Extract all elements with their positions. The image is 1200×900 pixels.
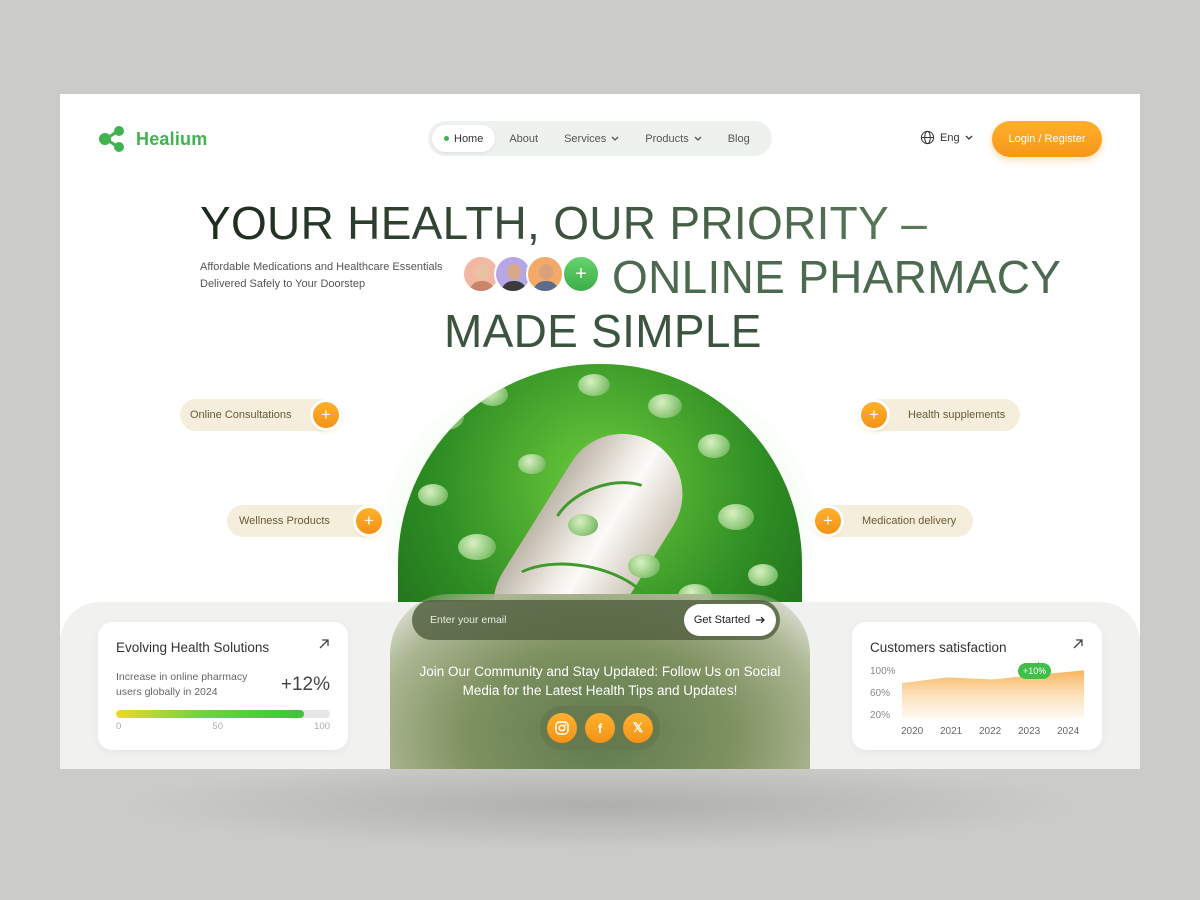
instagram-icon[interactable] [547,713,577,743]
nav-about-label: About [509,132,539,145]
login-register-button[interactable]: Login / Register [992,121,1102,157]
progress-ticks: 0 50 100 [116,721,330,732]
x-tick-label: 2020 [901,726,924,737]
nav-about[interactable]: About [497,125,550,152]
brand-name: Healium [136,128,208,149]
nav-home-label: Home [454,132,484,145]
nav-services[interactable]: Services [552,125,631,152]
progress-bar [116,710,330,718]
nav-products-label: Products [645,132,689,145]
y-tick-label: 100% [870,666,896,677]
feature-wellness-products[interactable]: Wellness Products + [227,505,385,537]
growth-value: +12% [280,674,330,695]
chevron-down-icon [965,135,973,140]
avatar-group[interactable]: + [462,255,600,293]
evolving-health-card: Evolving Health Solutions Increase in on… [98,622,348,750]
card-title: Evolving Health Solutions [116,640,270,655]
facebook-icon[interactable]: f [585,713,615,743]
email-field[interactable]: Enter your email Get Started [412,600,780,640]
add-avatar-button[interactable]: + [562,255,600,293]
avatar [526,255,564,293]
email-placeholder: Enter your email [430,614,507,626]
area-series [902,670,1084,718]
tick-label: 50 [212,721,223,732]
language-select[interactable]: Eng [920,130,973,145]
plus-icon[interactable]: + [313,402,339,428]
plus-icon[interactable]: + [861,402,887,428]
nav-products[interactable]: Products [633,125,713,152]
x-icon[interactable]: 𝕏 [623,713,653,743]
language-label: Eng [940,131,960,144]
arrow-up-right-icon[interactable] [318,638,330,650]
tick-label: 0 [116,721,122,732]
card-title: Customers satisfaction [870,640,1007,655]
nav-services-label: Services [564,132,607,145]
x-tick-label: 2023 [1018,726,1041,737]
tick-label: 100 [314,721,330,732]
join-community-text: Join Our Community and Stay Updated: Fol… [419,664,781,698]
feature-health-supplements-label: Health supplements [908,409,1006,421]
customer-satisfaction-card: Customers satisfaction 100% 60% 20% +10%… [852,622,1102,750]
nav-home[interactable]: Home [432,125,496,152]
nav-blog-label: Blog [727,132,750,145]
feature-medication-delivery-label: Medication delivery [862,515,957,527]
globe-icon [920,130,935,145]
social-links: f 𝕏 [540,706,660,750]
satisfaction-area-chart [902,662,1084,718]
hero-subtitle: Affordable Medications and Healthcare Es… [200,261,443,290]
arrow-up-right-icon[interactable] [1072,638,1084,650]
get-started-button[interactable]: Get Started [684,604,776,636]
brand-logo[interactable]: Healium [98,124,207,154]
chevron-down-icon [611,136,619,141]
feature-online-consultations-label: Online Consultations [190,409,292,421]
y-tick-label: 20% [870,710,891,721]
active-dot [444,136,449,141]
x-tick-label: 2022 [979,726,1002,737]
hero-title-line-1: YOUR HEALTH, OUR PRIORITY – [200,197,928,249]
logo-icon [99,126,124,152]
arrow-right-icon [756,616,765,624]
y-tick-label: 60% [870,688,891,699]
x-tick-label: 2021 [940,726,963,737]
satisfaction-badge: +10% [1018,663,1052,679]
progress-fill [116,710,305,718]
feature-online-consultations[interactable]: Online Consultations + [180,399,342,431]
landing-page: Healium Home About Services Products Blo… [60,94,1140,769]
get-started-label: Get Started [693,614,751,626]
main-nav: Home About Services Products Blog [428,121,772,156]
plus-icon[interactable]: + [356,508,382,534]
feature-wellness-products-label: Wellness Products [239,515,330,527]
plus-icon[interactable]: + [815,508,841,534]
chevron-down-icon [694,136,702,141]
feature-health-supplements[interactable]: + Health supplements [858,399,1020,431]
hero-title-line-2: ONLINE PHARMACY [612,251,1062,303]
nav-blog[interactable]: Blog [716,125,762,152]
feature-medication-delivery[interactable]: + Medication delivery [812,505,973,537]
card-description: Increase in online pharmacy users global… [116,671,248,698]
x-tick-label: 2024 [1057,726,1080,737]
